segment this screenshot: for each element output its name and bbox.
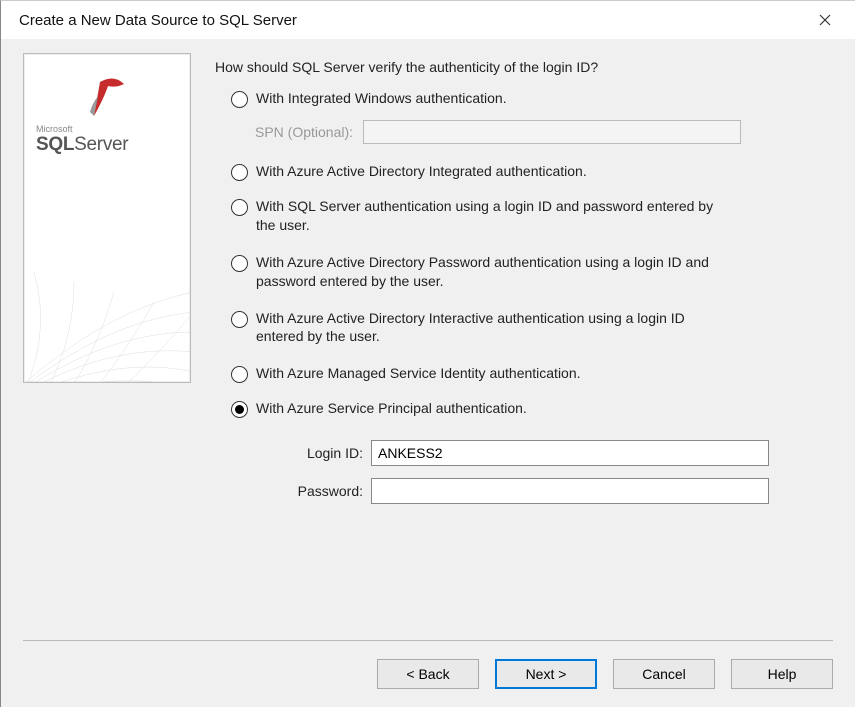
option-aad-password[interactable]: With Azure Active Directory Password aut… bbox=[231, 253, 833, 291]
radio-label: With Azure Service Principal authenticat… bbox=[256, 399, 527, 418]
radio-icon bbox=[231, 401, 248, 418]
password-input[interactable] bbox=[371, 478, 769, 504]
radio-label: With Azure Managed Service Identity auth… bbox=[256, 364, 581, 383]
logo-small-text: Microsoft bbox=[36, 124, 73, 134]
password-row: Password: bbox=[215, 478, 833, 504]
main-panel: How should SQL Server verify the authent… bbox=[215, 53, 833, 640]
login-id-label: Login ID: bbox=[215, 445, 371, 461]
cancel-button[interactable]: Cancel bbox=[613, 659, 715, 689]
option-aad-interactive[interactable]: With Azure Active Directory Interactive … bbox=[231, 309, 833, 347]
button-row: < Back Next > Cancel Help bbox=[23, 659, 833, 689]
option-integrated-windows[interactable]: With Integrated Windows authentication. bbox=[231, 89, 833, 108]
logo-large-text: SQLServer bbox=[36, 134, 128, 156]
question-text: How should SQL Server verify the authent… bbox=[215, 59, 833, 75]
radio-label: With Azure Active Directory Interactive … bbox=[256, 309, 736, 347]
radio-icon bbox=[231, 199, 248, 216]
radio-icon bbox=[231, 255, 248, 272]
sqlserver-flag-icon bbox=[86, 76, 130, 120]
radio-icon bbox=[231, 366, 248, 383]
radio-label: With Integrated Windows authentication. bbox=[256, 89, 507, 108]
content-area: Microsoft SQLServer How should SQL Serve… bbox=[1, 39, 855, 640]
password-label: Password: bbox=[215, 483, 371, 499]
footer: < Back Next > Cancel Help bbox=[1, 640, 855, 707]
option-azure-msi[interactable]: With Azure Managed Service Identity auth… bbox=[231, 364, 833, 383]
radio-label: With SQL Server authentication using a l… bbox=[256, 197, 736, 235]
mesh-decoration-icon bbox=[23, 212, 191, 383]
divider bbox=[23, 640, 833, 641]
close-icon bbox=[819, 14, 831, 26]
wizard-sidebar-image: Microsoft SQLServer bbox=[23, 53, 191, 383]
back-button[interactable]: < Back bbox=[377, 659, 479, 689]
option-sql-auth[interactable]: With SQL Server authentication using a l… bbox=[231, 197, 833, 235]
close-button[interactable] bbox=[807, 6, 843, 34]
next-button[interactable]: Next > bbox=[495, 659, 597, 689]
window-title: Create a New Data Source to SQL Server bbox=[19, 12, 807, 29]
spn-row: SPN (Optional): bbox=[255, 120, 833, 144]
login-id-row: Login ID: bbox=[215, 440, 833, 466]
option-aad-integrated[interactable]: With Azure Active Directory Integrated a… bbox=[231, 162, 833, 181]
spn-input bbox=[363, 120, 741, 144]
option-azure-service-principal[interactable]: With Azure Service Principal authenticat… bbox=[231, 399, 833, 418]
radio-icon bbox=[231, 311, 248, 328]
login-id-input[interactable] bbox=[371, 440, 769, 466]
wizard-dialog: Create a New Data Source to SQL Server M… bbox=[0, 0, 855, 707]
titlebar: Create a New Data Source to SQL Server bbox=[1, 1, 855, 39]
radio-icon bbox=[231, 91, 248, 108]
radio-label: With Azure Active Directory Integrated a… bbox=[256, 162, 587, 181]
spn-label: SPN (Optional): bbox=[255, 124, 363, 140]
radio-icon bbox=[231, 164, 248, 181]
help-button[interactable]: Help bbox=[731, 659, 833, 689]
radio-label: With Azure Active Directory Password aut… bbox=[256, 253, 736, 291]
